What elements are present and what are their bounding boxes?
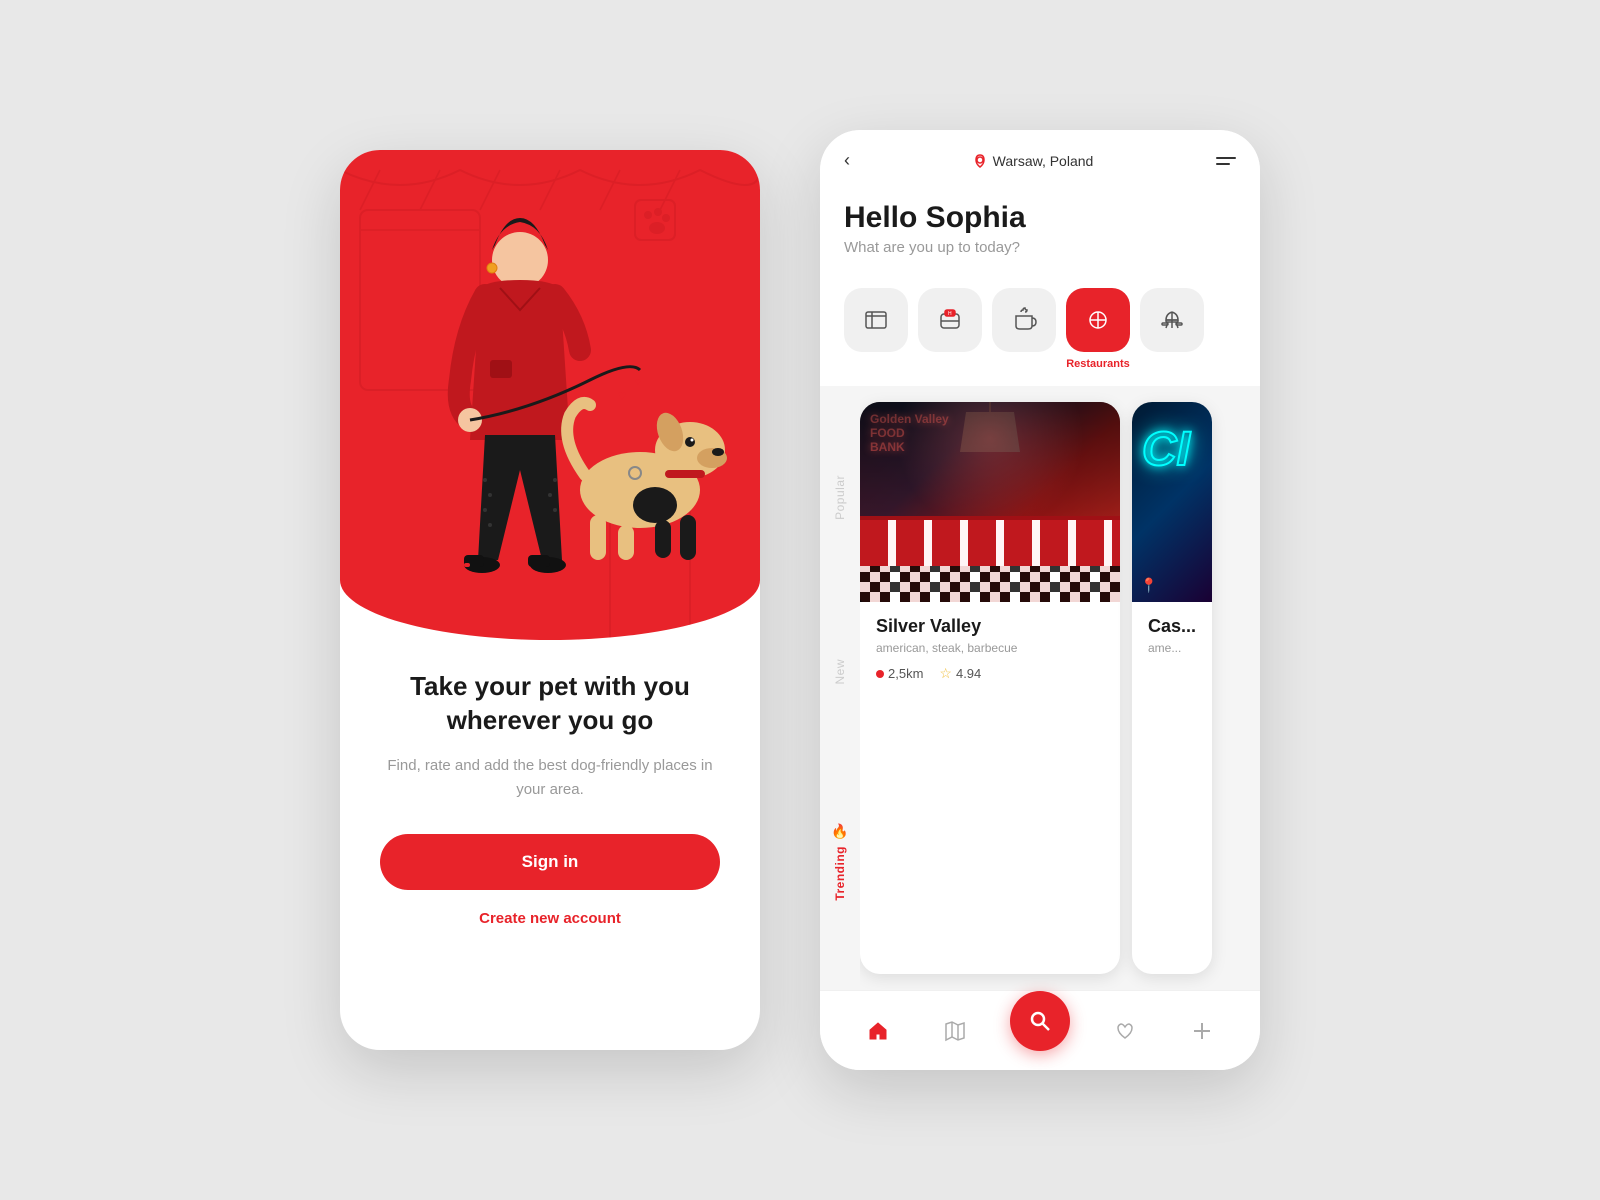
trending-icon: 🔥 [831,823,848,840]
create-account-link[interactable]: Create new account [479,910,621,927]
cards-area: Golden ValleyFOODBANK Silver Valley am [860,386,1260,990]
popular-tab[interactable]: Popular [833,475,847,520]
booths [860,516,1120,566]
nav-add[interactable] [1180,1009,1224,1053]
category-hotel-icon: H [918,288,982,352]
neon-sign-left: Golden ValleyFOODBANK [870,412,949,454]
category-bar-icon [844,288,908,352]
home-icon [867,1020,889,1042]
category-restaurants[interactable]: Restaurants [1066,288,1130,370]
sign-in-button[interactable]: Sign in [380,834,720,890]
hero-section: ♥ ♥ [340,150,760,640]
svg-text:♥: ♥ [635,377,641,388]
left-phone-content: Take your pet with you wherever you go F… [340,640,760,1050]
card-cuisine-silver-valley: american, steak, barbecue [876,641,1104,655]
category-hotel[interactable]: H [918,288,982,370]
distance-dot [876,670,884,678]
category-bar[interactable] [844,288,908,370]
card2-background: CI [1132,402,1212,602]
search-icon [1028,1009,1052,1033]
heart-icon [1114,1020,1136,1042]
tagline: Take your pet with you wherever you go [380,670,720,738]
star-icon: ☆ [939,665,952,682]
category-restaurants-icon [1066,288,1130,352]
category-coffee-icon [992,288,1056,352]
card-distance: 2,5km [876,666,923,681]
new-tab[interactable]: New [833,659,847,685]
back-button[interactable]: ‹ [844,150,850,171]
rating-value: 4.94 [956,666,981,681]
location-icon [973,154,987,168]
location-text: Warsaw, Poland [993,153,1094,169]
card-info-silver-valley: Silver Valley american, steak, barbecue … [860,602,1120,696]
card-meta-silver-valley: 2,5km ☆ 4.94 [876,665,1104,682]
trending-tab[interactable]: Trending [833,846,847,901]
subtitle: Find, rate and add the best dog-friendly… [380,754,720,802]
nav-home[interactable] [856,1009,900,1053]
right-phone: ‹ Warsaw, Poland Hello Sophia What are y… [820,130,1260,1070]
top-bar: ‹ Warsaw, Poland [820,130,1260,181]
nav-favorites[interactable] [1103,1009,1147,1053]
greeting-section: Hello Sophia What are you up to today? [820,181,1260,272]
card-image-silver-valley: Golden ValleyFOODBANK [860,402,1120,602]
partial-location-pin: 📍 [1140,577,1157,594]
bottom-nav [820,990,1260,1070]
map-icon [944,1020,966,1042]
neon-ci-text: CI [1142,422,1190,477]
greeting-subtitle: What are you up to today? [844,239,1236,256]
location-badge: Warsaw, Poland [973,153,1094,169]
card-cuisine-partial: ame... [1148,641,1196,655]
trending-tab-group[interactable]: 🔥 Trending [831,823,848,901]
add-icon [1191,1020,1213,1042]
category-coffee[interactable] [992,288,1056,370]
side-tabs: Popular New 🔥 Trending [820,386,860,990]
card-name-partial: Cas... [1148,616,1196,637]
svg-text:♥: ♥ [618,387,626,403]
menu-button[interactable] [1216,157,1236,165]
checkered-floor [860,562,1120,602]
search-fab[interactable] [1010,991,1070,1051]
card-info-partial: Cas... ame... [1132,602,1212,679]
card-rating: ☆ 4.94 [939,665,981,682]
categories-row: H [820,272,1260,386]
svg-text:H: H [948,311,952,317]
category-outdoor-icon [1140,288,1204,352]
left-phone: ♥ ♥ Take your pet with you wherever you … [340,150,760,1050]
ceiling-lamp [960,402,1020,472]
restaurant-card-partial[interactable]: CI 📍 Cas... ame... [1132,402,1212,974]
card-image-partial: CI 📍 [1132,402,1212,602]
main-content: Popular New 🔥 Trending Golden ValleyFOOD… [820,386,1260,990]
greeting-title: Hello Sophia [844,201,1236,235]
distance-value: 2,5km [888,666,923,681]
restaurant-card-silver-valley[interactable]: Golden ValleyFOODBANK Silver Valley am [860,402,1120,974]
category-outdoor[interactable] [1140,288,1204,370]
nav-map[interactable] [933,1009,977,1053]
category-restaurants-label: Restaurants [1066,358,1130,370]
card-name-silver-valley: Silver Valley [876,616,1104,637]
